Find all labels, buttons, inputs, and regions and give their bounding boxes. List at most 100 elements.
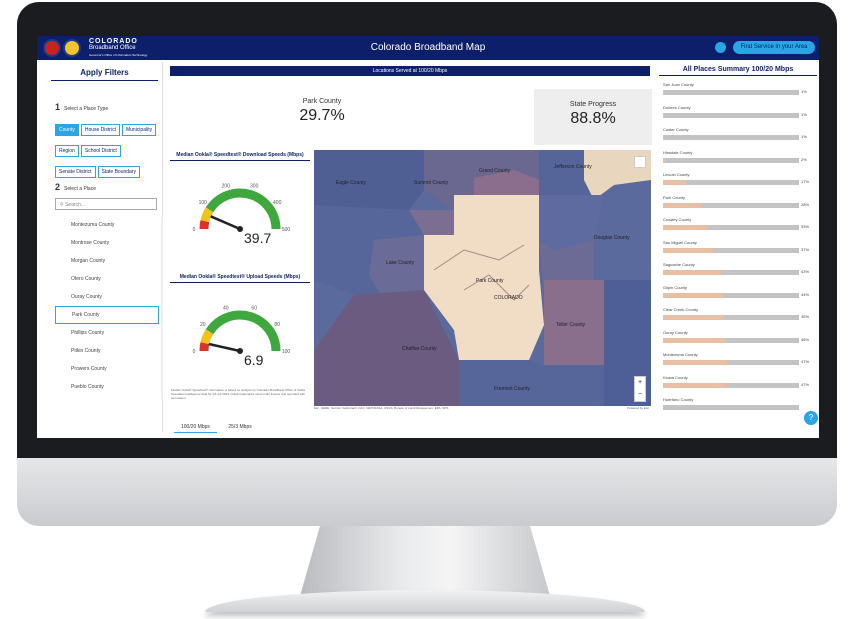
- summary-row[interactable]: Huerfano County: [663, 397, 813, 419]
- summary-row[interactable]: Lincoln County 17%: [663, 172, 813, 194]
- help-icon[interactable]: ?: [804, 411, 818, 425]
- summary-panel: All Places Summary 100/20 Mbps San Juan …: [659, 66, 817, 414]
- summary-row[interactable]: San Miguel County 37%: [663, 240, 813, 262]
- place-list-item[interactable]: Morgan County: [55, 252, 159, 270]
- info-icon[interactable]: [715, 42, 726, 53]
- upload-gauge-tick-label: 80: [274, 322, 280, 328]
- summary-row-track: [663, 90, 799, 95]
- filters-panel: Apply Filters 1 Select a Place Type Count…: [47, 62, 163, 432]
- summary-row-name: San Juan County: [663, 82, 694, 87]
- summary-row[interactable]: Crowley County 33%: [663, 217, 813, 239]
- summary-row[interactable]: Hinsdale County 2%: [663, 150, 813, 172]
- place-list-item[interactable]: Park County: [55, 306, 159, 324]
- summary-row[interactable]: San Juan County 1%: [663, 82, 813, 104]
- map-label-teller: Teller County: [556, 322, 586, 328]
- summary-row-pct: 1%: [801, 111, 807, 117]
- kpi-state-value: 88.8%: [570, 110, 616, 127]
- summary-row-pct: 43%: [801, 269, 810, 274]
- zoom-out-button[interactable]: −: [635, 389, 645, 401]
- download-gauge-tick-label: 500: [282, 227, 291, 233]
- summary-row-track: [663, 360, 799, 365]
- map-basemap-toggle[interactable]: [634, 156, 646, 168]
- upload-gauge-tick-label: 100: [282, 349, 291, 355]
- step-2: 2 Select a Place: [55, 182, 96, 192]
- summary-row[interactable]: Dolores County 1%: [663, 105, 813, 127]
- summary-row-fill: [663, 90, 665, 95]
- upload-gauge-tick-label: 0: [193, 349, 196, 355]
- download-gauge-arc-segment: [200, 207, 214, 223]
- summary-row-fill: [663, 382, 727, 388]
- monitor-chin: [17, 458, 837, 526]
- brand-line-3: Governor's Office of Information Technol…: [89, 53, 148, 57]
- summary-row-pct: 1%: [801, 89, 807, 94]
- map-zoom-control: + −: [634, 376, 646, 402]
- place-list-item[interactable]: Pueblo County: [55, 378, 159, 396]
- app-header: COLORADO Broadband Office Governor's Off…: [37, 36, 819, 60]
- broadband-map[interactable]: Park County COLORADO Teller County Chaff…: [314, 150, 651, 406]
- kpi-place: Park County 29.7%: [267, 98, 377, 125]
- place-list-item[interactable]: Ouray County: [55, 288, 159, 306]
- summary-row-name: Saguache County: [663, 262, 695, 267]
- summary-row-fill: [663, 112, 665, 118]
- find-service-button[interactable]: Find Service in your Area: [733, 41, 815, 54]
- upload-gauge-dial: 0 20 40 60 80 100 6.9: [193, 305, 291, 368]
- upload-gauge-arc-segment: [199, 342, 210, 352]
- place-list-item[interactable]: Prowers County: [55, 360, 159, 378]
- screen: COLORADO Broadband Office Governor's Off…: [37, 36, 819, 438]
- summary-title: All Places Summary 100/20 Mbps: [659, 66, 817, 76]
- place-type-chip[interactable]: House District: [80, 124, 120, 136]
- summary-row-name: Montezuma County: [663, 352, 698, 357]
- summary-row-pct: 47%: [801, 381, 810, 387]
- summary-row-track: [663, 405, 799, 410]
- summary-row-fill: [663, 135, 665, 140]
- summary-row[interactable]: Kiowa County 47%: [663, 375, 813, 397]
- summary-row-pct: 45%: [801, 314, 810, 319]
- tab-25-3[interactable]: 25/3 Mbps: [221, 422, 258, 432]
- place-type-chip[interactable]: Region: [55, 145, 79, 157]
- place-type-chip[interactable]: Municipality: [121, 124, 157, 136]
- upload-gauge-hub: [237, 348, 243, 354]
- map-attribution: Esri, HERE, Garmin, SafeGraph, FAO, METI…: [314, 406, 651, 412]
- place-type-chip[interactable]: State Boundary: [97, 166, 140, 178]
- search-placeholder: Search...: [65, 202, 86, 208]
- place-list-item[interactable]: Montrose County: [55, 234, 159, 252]
- summary-row-pct: 46%: [801, 336, 810, 342]
- place-list-item[interactable]: Phillips County: [55, 324, 159, 342]
- place-search-input[interactable]: ⚲ Search...: [55, 198, 157, 210]
- summary-row-name: Ouray County: [663, 329, 688, 335]
- locations-served-band: Locations Served at 100/20 Mbps: [170, 66, 650, 76]
- ookla-note: Median Ookla® Speedtest® information is …: [171, 388, 305, 400]
- summary-row-track: [663, 270, 799, 275]
- summary-row[interactable]: Ouray County 46%: [663, 330, 813, 352]
- summary-row[interactable]: Clear Creek County 45%: [663, 307, 813, 329]
- map-label-eagle: Eagle County: [336, 180, 367, 186]
- summary-row-track: [663, 135, 799, 140]
- upload-gauge-value: 6.9: [244, 352, 264, 368]
- upload-gauge-tick-label: 40: [223, 305, 229, 311]
- summary-row-name: Gilpin County: [663, 284, 688, 290]
- place-list-scrollbar[interactable]: [161, 218, 163, 398]
- summary-row[interactable]: Gilpin County 44%: [663, 285, 813, 307]
- summary-row-fill: [663, 315, 725, 320]
- summary-row-fill: [663, 270, 722, 275]
- summary-row[interactable]: Park County 28%: [663, 195, 813, 217]
- summary-row-name: Dolores County: [663, 104, 691, 110]
- map-label-lake: Lake County: [386, 260, 415, 266]
- summary-row-pct: 28%: [801, 201, 810, 207]
- zoom-in-button[interactable]: +: [635, 377, 645, 389]
- place-type-chip[interactable]: Senate District: [55, 166, 96, 178]
- summary-row-fill: [663, 247, 714, 253]
- summary-row-pct: 33%: [801, 224, 810, 229]
- download-gauge-tick-label: 100: [199, 200, 208, 206]
- place-list-item[interactable]: Otero County: [55, 270, 159, 288]
- summary-row[interactable]: Montezuma County 47%: [663, 352, 813, 374]
- summary-row[interactable]: Custer County 1%: [663, 127, 813, 149]
- place-type-chip[interactable]: School District: [80, 145, 121, 157]
- tab-100-20[interactable]: 100/20 Mbps: [174, 422, 217, 433]
- summary-row[interactable]: Saguache County 43%: [663, 262, 813, 284]
- filters-title: Apply Filters: [51, 62, 158, 81]
- place-list-item[interactable]: Montezuma County: [55, 216, 159, 234]
- place-type-chip[interactable]: County: [55, 124, 79, 136]
- place-list-item[interactable]: Pitkin County: [55, 342, 159, 360]
- download-gauge-title: Median Ookla® Speedtest® Download Speeds…: [170, 152, 310, 161]
